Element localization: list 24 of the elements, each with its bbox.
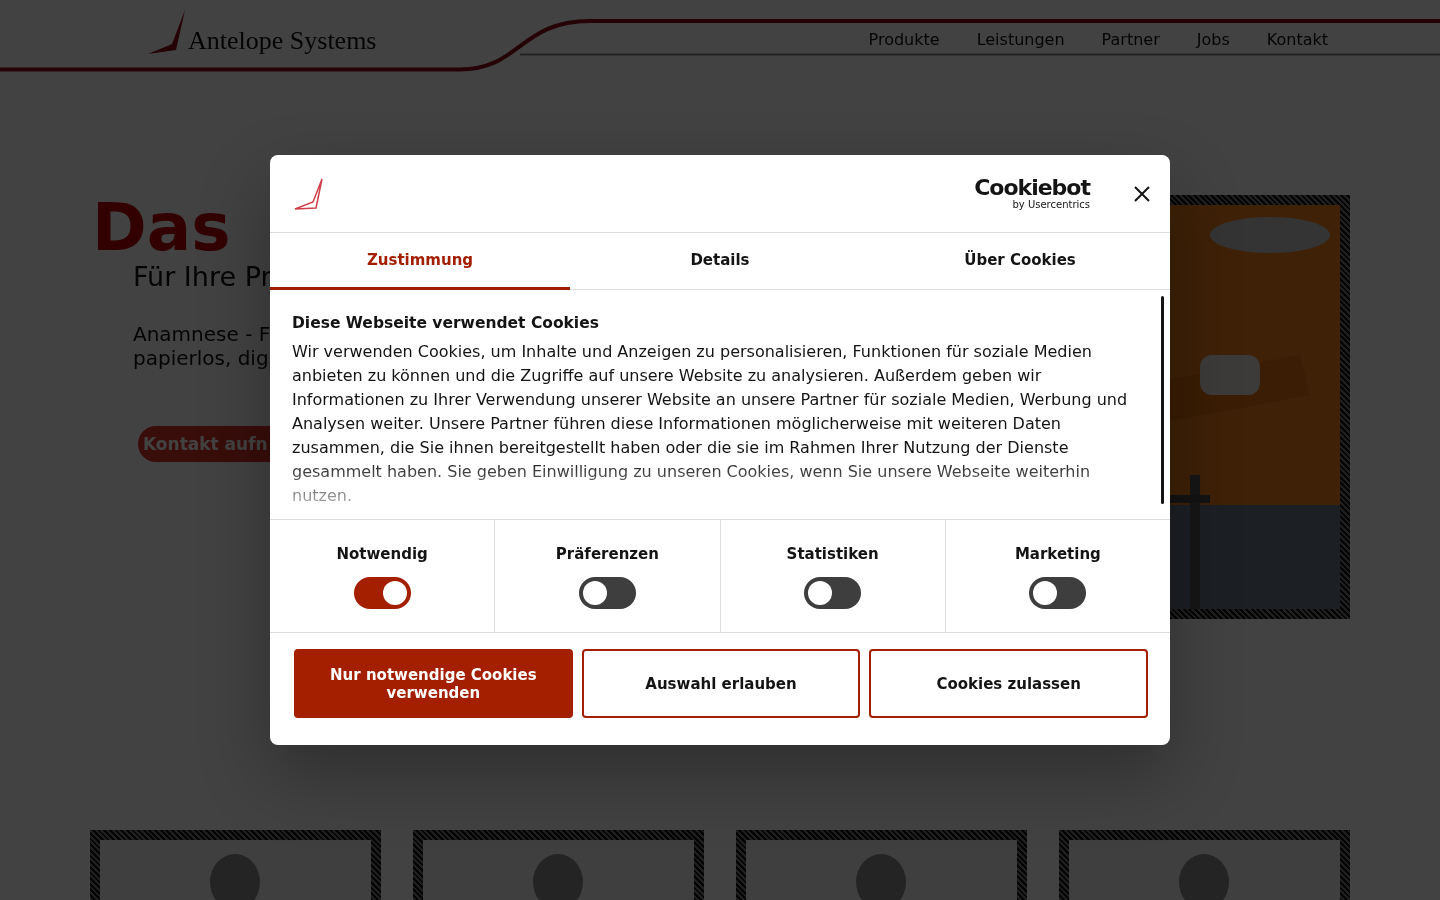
brand-name: Antelope Systems — [188, 26, 377, 56]
dialog-heading: Diese Webseite verwendet Cookies — [292, 314, 600, 332]
tab[interactable]: Über Cookies — [870, 233, 1170, 290]
dialog-text: Wir verwenden Cookies, um Inhalte und Anzeigen zu personalisieren, Funktionen für soziale Medien anbieten zu können und die Zugriffe auf unsere Website zu analysieren. Außerdem geben wir Informationen zu Ihrer Verwendung unserer Website an unsere Partner für soziale Medien, Werbung und Analysen weiter. Unsere Partner führen diese Informationen möglicherweise mit weiteren Daten zusammen, die Sie ihnen bereitgestellt haben oder die sie im Rahmen Ihrer Nutzung der Dienste gesammelt haben. Sie geben Einwilligung zu unseren Cookies, wenn Sie unsere Webseite weiterhin nutzen. — [292, 341, 1129, 507]
toggle-switch[interactable] — [353, 577, 411, 609]
hero-subtitle: Für Ihre Pr — [133, 261, 272, 292]
consent-button[interactable]: Cookies zulassen — [869, 649, 1148, 718]
category-label: Marketing — [1014, 545, 1101, 563]
logo-icon — [294, 177, 324, 210]
consent-button[interactable]: Nur notwendige Cookies verwenden — [294, 649, 573, 718]
cookiebot-tagline: by Usercentrics — [1012, 199, 1090, 210]
toggle-switch[interactable] — [804, 577, 862, 609]
hero-title: Das — [92, 195, 231, 261]
consent-button[interactable]: Auswahl erlauben — [581, 649, 861, 718]
tab[interactable]: Zustimmung — [270, 233, 570, 290]
tab[interactable]: Details — [570, 233, 870, 290]
close-button[interactable] — [1134, 185, 1150, 202]
category-label: Statistiken — [786, 545, 879, 563]
toggle-switch[interactable] — [1029, 577, 1087, 609]
toggle-switch[interactable] — [578, 577, 636, 609]
scrollbar[interactable] — [1161, 296, 1164, 504]
cookiebot-logo: Cookiebot — [974, 177, 1090, 199]
category-label: Notwendig — [336, 545, 428, 563]
category-label: Präferenzen — [555, 545, 659, 563]
